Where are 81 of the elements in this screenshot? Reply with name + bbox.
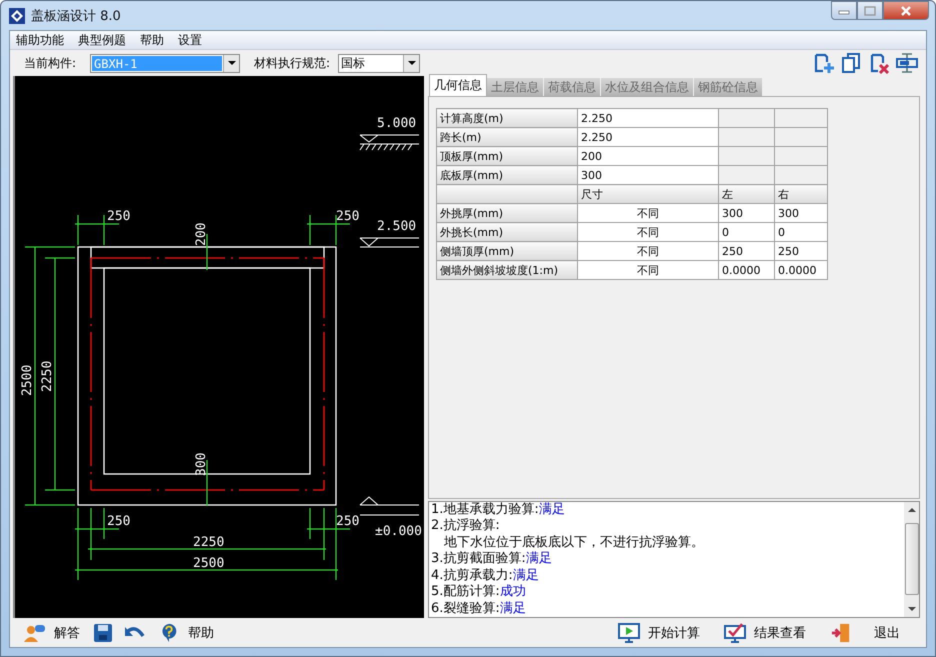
table-cell[interactable]: 不同 — [578, 242, 718, 260]
dimension-label: 2500 — [20, 364, 35, 396]
monitor-play-icon — [618, 622, 640, 642]
dimension-label: 200 — [194, 222, 209, 246]
scrollbar[interactable] — [904, 502, 919, 617]
maximize-button[interactable] — [857, 1, 883, 20]
standard-dropdown[interactable]: 国标 — [338, 54, 420, 72]
copy-icon[interactable] — [840, 52, 862, 74]
elevation-label: ±0.000 — [375, 524, 422, 539]
menu-item[interactable]: 辅助功能 — [16, 32, 64, 48]
table-cell[interactable]: 0 — [774, 222, 828, 242]
table-row-header: 侧墙外侧斜坡坡度(1:m) — [436, 260, 578, 280]
exit-door-icon — [830, 622, 852, 642]
table-cell[interactable]: 不同 — [578, 260, 718, 280]
table-row-header: 侧墙顶厚(mm) — [436, 242, 578, 260]
result-line: 4.抗剪承载力:满足 — [431, 568, 540, 584]
dimension-label: 250 — [107, 514, 130, 529]
table-cell[interactable]: 不同 — [578, 222, 718, 242]
table-row-header: 外挑长(mm) — [436, 222, 578, 242]
table-cell[interactable]: 300 — [578, 166, 718, 184]
result-line: 地下水位位于底板底以下，不进行抗浮验算。 — [443, 534, 705, 551]
exit-button[interactable]: 退出 — [826, 620, 916, 644]
view-results-button[interactable]: 结果查看 — [720, 620, 810, 644]
answer-button[interactable]: 解答 — [20, 620, 84, 644]
component-label: 当前构件: — [24, 54, 76, 72]
resize-icon[interactable] — [896, 52, 918, 74]
add-document-icon[interactable] — [812, 52, 834, 74]
table-cell[interactable]: 300 — [774, 204, 828, 222]
result-line: 1.地基承载力验算:满足 — [431, 502, 566, 518]
dropdown-arrow-icon — [228, 61, 236, 65]
dimension-label: 250 — [336, 514, 360, 529]
tab[interactable]: 几何信息 — [429, 74, 487, 96]
dropdown-arrow-icon — [408, 61, 416, 65]
column-header: 左 — [718, 184, 774, 204]
scroll-up-icon[interactable] — [908, 508, 916, 512]
standard-label: 材料执行规范: — [254, 54, 330, 72]
column-header: 尺寸 — [578, 184, 718, 204]
result-line: 5.配筋计算:成功 — [431, 584, 527, 600]
dimension-label: 2250 — [193, 535, 224, 550]
table-row-header: 底板厚(mm) — [436, 166, 578, 184]
people-icon — [24, 622, 46, 642]
dimension-label: 300 — [194, 452, 209, 476]
table-cell[interactable]: 250 — [774, 242, 828, 260]
elevation-label: 5.000 — [377, 116, 416, 131]
start-calculation-button[interactable]: 开始计算 — [614, 620, 704, 644]
table-cell[interactable]: 0.0000 — [774, 260, 828, 280]
maximize-icon — [864, 6, 876, 16]
monitor-check-icon — [724, 622, 746, 642]
close-icon — [900, 6, 912, 16]
minimize-button[interactable] — [831, 1, 857, 20]
table-cell[interactable]: 0.0000 — [718, 260, 774, 280]
column-header: 右 — [774, 184, 828, 204]
dimension-label: 250 — [336, 209, 360, 224]
app-logo-icon — [9, 8, 25, 24]
table-cell[interactable]: 2.250 — [578, 108, 718, 128]
dimension-label: 250 — [107, 209, 130, 224]
table-cell[interactable]: 250 — [718, 242, 774, 260]
result-line: 6.裂缝验算:满足 — [431, 600, 527, 617]
menu-item[interactable]: 帮助 — [140, 32, 164, 48]
result-line: 3.抗剪截面验算:满足 — [431, 551, 553, 568]
result-line: 2.抗浮验算: — [431, 518, 501, 534]
table-cell[interactable]: 2.250 — [578, 128, 718, 146]
table-row-header: 顶板厚(mm) — [436, 146, 578, 166]
table-cell[interactable]: 300 — [718, 204, 774, 222]
menu-item[interactable]: 设置 — [178, 32, 202, 48]
table-cell[interactable]: 不同 — [578, 204, 718, 222]
menu-item[interactable]: 典型例题 — [78, 32, 126, 48]
close-button[interactable] — [883, 1, 929, 20]
table-row-header: 计算高度(m) — [436, 108, 578, 128]
table-cell[interactable]: 0 — [718, 222, 774, 242]
help-button[interactable]: 帮助 — [154, 620, 218, 644]
dimension-label: 2250 — [40, 360, 55, 392]
elevation-label: 2.500 — [377, 219, 416, 234]
scroll-down-icon[interactable] — [908, 607, 916, 611]
table-row-header: 外挑厚(mm) — [436, 204, 578, 222]
table-row-header: 跨长(m) — [436, 128, 578, 146]
delete-document-icon[interactable] — [868, 52, 890, 74]
dimension-label: 2500 — [193, 556, 224, 571]
table-cell[interactable]: 200 — [578, 146, 718, 166]
save-icon[interactable] — [92, 622, 114, 642]
window-title: 盖板涵设计 8.0 — [31, 8, 121, 24]
